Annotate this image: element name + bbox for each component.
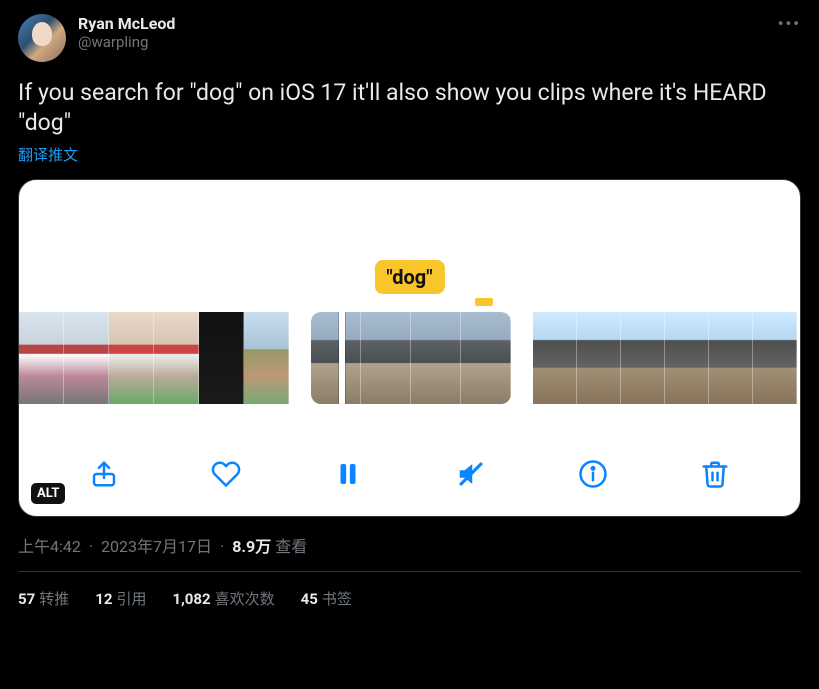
tweet-stats: 57转推 12引用 1,082喜欢次数 45书签: [18, 572, 801, 609]
share-icon[interactable]: [86, 456, 122, 492]
avatar[interactable]: [18, 14, 66, 62]
video-frame: [19, 312, 64, 404]
tweet-date[interactable]: 2023年7月17日: [101, 533, 212, 557]
more-icon[interactable]: •••: [778, 14, 801, 33]
video-frame: [199, 312, 244, 404]
clip-group[interactable]: [533, 312, 797, 404]
video-frame: [64, 312, 109, 404]
author-names[interactable]: Ryan McLeod @warpling: [78, 14, 175, 51]
video-frame: [109, 312, 154, 404]
video-frame: [361, 312, 411, 404]
tweet-time[interactable]: 上午4:42: [18, 533, 81, 557]
pause-icon[interactable]: [330, 456, 366, 492]
translate-link[interactable]: 翻译推文: [18, 144, 801, 165]
stat-likes[interactable]: 1,082喜欢次数: [172, 588, 274, 609]
video-frame: [411, 312, 461, 404]
mute-icon[interactable]: [453, 456, 489, 492]
meta-separator: ·: [220, 537, 224, 556]
video-frame: [154, 312, 199, 404]
video-timeline[interactable]: [19, 312, 800, 404]
video-frame: [621, 312, 665, 404]
video-frame: [244, 312, 289, 404]
tweet-text: If you search for "dog" on iOS 17 it'll …: [18, 78, 801, 138]
meta-separator: ·: [89, 537, 93, 556]
display-name: Ryan McLeod: [78, 14, 175, 33]
tweet-container: Ryan McLeod @warpling ••• If you search …: [0, 0, 819, 609]
alt-badge[interactable]: ALT: [31, 483, 65, 504]
video-frame: [577, 312, 621, 404]
trash-icon[interactable]: [697, 456, 733, 492]
clip-group-active[interactable]: [311, 312, 511, 404]
tweet-meta: 上午4:42 · 2023年7月17日 · 8.9万 查看: [18, 533, 801, 557]
info-icon[interactable]: [575, 456, 611, 492]
search-marker-icon: [475, 298, 493, 306]
video-frame: [709, 312, 753, 404]
video-frame: [533, 312, 577, 404]
video-frame: [311, 312, 361, 404]
heart-icon[interactable]: [208, 456, 244, 492]
stat-retweets[interactable]: 57转推: [18, 588, 69, 609]
stat-quotes[interactable]: 12引用: [95, 588, 146, 609]
video-frame: [461, 312, 511, 404]
playhead[interactable]: [339, 312, 345, 404]
media-card[interactable]: "dog": [18, 179, 801, 517]
views-count: 8.9万: [232, 533, 271, 557]
search-term-label: "dog": [374, 260, 444, 294]
video-controls: [19, 456, 800, 492]
stat-bookmarks[interactable]: 45书签: [301, 588, 352, 609]
clip-group[interactable]: [19, 312, 289, 404]
video-frame: [753, 312, 797, 404]
video-frame: [665, 312, 709, 404]
tweet-header: Ryan McLeod @warpling: [18, 14, 801, 62]
views-label: 查看: [275, 533, 307, 557]
handle: @warpling: [78, 33, 175, 51]
